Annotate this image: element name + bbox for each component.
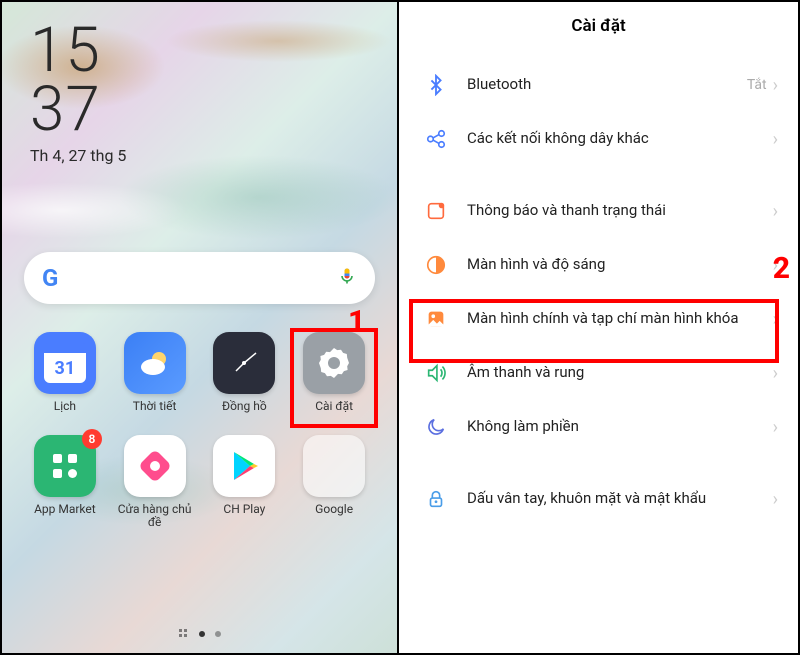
settings-label: Thông báo và thanh trạng thái <box>467 201 773 221</box>
clock-icon <box>213 332 275 394</box>
calendar-icon: 31 <box>34 332 96 394</box>
annotation-number-1: 1 <box>348 304 365 339</box>
settings-item-brightness[interactable]: Màn hình và độ sáng › <box>403 238 794 292</box>
app-label: Google <box>315 503 353 516</box>
clock-widget[interactable]: 15 37 Th 4, 27 thg 5 <box>30 22 126 165</box>
settings-label: Dấu vân tay, khuôn mặt và mật khẩu <box>467 489 773 509</box>
settings-item-connections[interactable]: Các kết nối không dây khác › <box>403 112 794 166</box>
settings-item-notifications[interactable]: Thông báo và thanh trạng thái › <box>403 184 794 238</box>
homescreen-icon <box>423 306 449 332</box>
weather-icon <box>124 332 186 394</box>
app-label: Lịch <box>54 400 76 413</box>
page-dot <box>215 631 221 637</box>
dnd-moon-icon <box>423 414 449 440</box>
app-settings[interactable]: Cài đặt <box>291 332 377 413</box>
settings-status: Tắt <box>747 77 767 93</box>
settings-label: Màn hình chính và tạp chí màn hình khóa <box>467 309 773 329</box>
page-indicator[interactable] <box>2 629 397 639</box>
app-calendar[interactable]: 31 Lịch <box>22 332 108 413</box>
settings-label: Âm thanh và rung <box>467 363 773 383</box>
annotation-number-2: 2 <box>773 251 790 286</box>
app-appmarket[interactable]: 8 App Market <box>22 435 108 529</box>
app-themestore[interactable]: Cửa hàng chủ đề <box>112 435 198 529</box>
settings-label: Màn hình và độ sáng <box>467 255 773 275</box>
app-label: App Market <box>34 503 96 516</box>
sound-icon <box>423 360 449 386</box>
app-label: Cửa hàng chủ đề <box>112 503 198 529</box>
chevron-right-icon: › <box>773 417 778 438</box>
settings-item-security[interactable]: Dấu vân tay, khuôn mặt và mật khẩu › <box>403 472 794 526</box>
settings-panel: Cài đặt Bluetooth Tắt › Các kết nối khôn… <box>399 2 798 653</box>
settings-item-bluetooth[interactable]: Bluetooth Tắt › <box>403 58 794 112</box>
settings-item-sound[interactable]: Âm thanh và rung › <box>403 346 794 400</box>
screenshot-container: 15 37 Th 4, 27 thg 5 G 31 Lịch <box>0 0 800 655</box>
settings-label: Các kết nối không dây khác <box>467 129 773 149</box>
settings-list: Bluetooth Tắt › Các kết nối không dây kh… <box>399 58 798 653</box>
clock-date: Th 4, 27 thg 5 <box>30 146 126 165</box>
playstore-icon <box>213 435 275 497</box>
themestore-icon <box>124 435 186 497</box>
settings-label: Bluetooth <box>467 75 747 95</box>
page-dot-active <box>199 631 205 637</box>
chevron-right-icon: › <box>773 201 778 222</box>
app-weather[interactable]: Thời tiết <box>112 332 198 413</box>
chevron-right-icon: › <box>773 75 778 96</box>
notification-badge: 8 <box>82 429 102 449</box>
google-folder-icon <box>303 435 365 497</box>
apps-drawer-icon <box>179 629 189 639</box>
connections-icon <box>423 126 449 152</box>
app-clock[interactable]: Đồng hồ <box>201 332 287 413</box>
chevron-right-icon: › <box>773 309 778 330</box>
brightness-icon <box>423 252 449 278</box>
chevron-right-icon: › <box>773 489 778 510</box>
settings-label: Không làm phiền <box>467 417 773 437</box>
settings-item-dnd[interactable]: Không làm phiền › <box>403 400 794 454</box>
app-label: Đồng hồ <box>222 400 267 413</box>
chevron-right-icon: › <box>773 129 778 150</box>
app-icon-grid: 31 Lịch Thời tiết Đồng hồ <box>2 332 397 530</box>
app-label: CH Play <box>223 503 265 516</box>
settings-item-homescreen[interactable]: Màn hình chính và tạp chí màn hình khóa … <box>403 292 794 346</box>
homescreen-panel: 15 37 Th 4, 27 thg 5 G 31 Lịch <box>2 2 399 653</box>
chevron-right-icon: › <box>773 363 778 384</box>
app-google-folder[interactable]: Google <box>291 435 377 529</box>
lock-icon <box>423 486 449 512</box>
settings-icon <box>303 332 365 394</box>
notification-icon <box>423 198 449 224</box>
app-playstore[interactable]: CH Play <box>201 435 287 529</box>
clock-minutes: 37 <box>30 81 126 140</box>
google-search-bar[interactable]: G <box>24 252 375 304</box>
settings-title: Cài đặt <box>399 2 798 58</box>
voice-search-icon[interactable] <box>337 266 357 290</box>
app-label: Thời tiết <box>133 400 177 413</box>
appmarket-icon: 8 <box>34 435 96 497</box>
bluetooth-icon <box>423 72 449 98</box>
app-label: Cài đặt <box>315 400 353 413</box>
google-logo-icon: G <box>42 264 58 292</box>
